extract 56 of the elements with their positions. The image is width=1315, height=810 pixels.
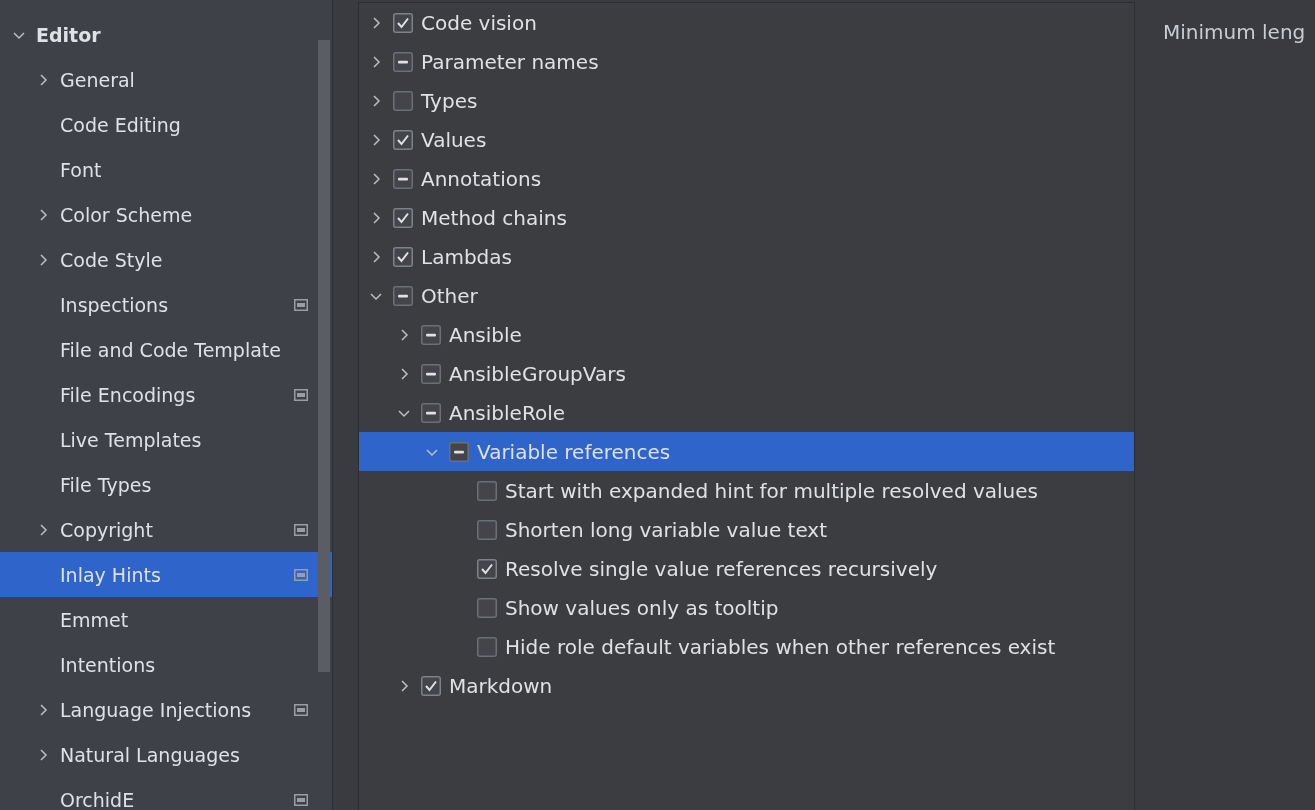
settings-item[interactable]: Editor [0,12,332,57]
tree-row[interactable]: Start with expanded hint for multiple resolved values [359,471,1134,510]
tree-row[interactable]: Variable references [359,432,1134,471]
tree-row[interactable]: Resolve single value references recursively [359,549,1134,588]
tree-row[interactable]: Markdown [359,666,1134,705]
settings-item[interactable]: File and Code Template [0,327,332,372]
tree-row[interactable]: Code vision [359,3,1134,42]
settings-item[interactable]: Natural Languages [0,732,332,777]
tree-row[interactable]: Lambdas [359,237,1134,276]
settings-item[interactable]: Copyright [0,507,332,552]
tree-row[interactable]: AnsibleRole [359,393,1134,432]
checkbox[interactable] [477,519,497,540]
checkbox[interactable] [421,402,441,423]
checkbox[interactable] [477,636,497,657]
settings-item[interactable]: Inspections [0,282,332,327]
checkbox[interactable] [393,207,413,228]
tree-row[interactable]: Parameter names [359,42,1134,81]
scrollbar[interactable] [318,40,330,672]
tree-row[interactable]: Shorten long variable value text [359,510,1134,549]
tree-row[interactable]: Annotations [359,159,1134,198]
checkbox[interactable] [393,51,413,72]
checkbox[interactable] [421,324,441,345]
settings-item[interactable]: Language Injections [0,687,332,732]
settings-item[interactable]: Intentions [0,642,332,687]
checkbox[interactable] [421,675,441,696]
checkbox[interactable] [477,480,497,501]
tree-row[interactable]: Method chains [359,198,1134,237]
settings-item[interactable]: Font [0,147,332,192]
settings-item[interactable]: Emmet [0,597,332,642]
settings-item[interactable]: Code Editing [0,102,332,147]
tree-row[interactable]: Values [359,120,1134,159]
checkbox[interactable] [393,90,413,111]
settings-item[interactable]: OrchidE [0,777,332,810]
tree-row[interactable]: Show values only as tooltip [359,588,1134,627]
settings-item[interactable]: File Encodings [0,372,332,417]
tree-row[interactable]: AnsibleGroupVars [359,354,1134,393]
tree-row[interactable]: Other [359,276,1134,315]
settings-item[interactable]: Color Scheme [0,192,332,237]
tree-row[interactable]: Ansible [359,315,1134,354]
checkbox[interactable] [393,12,413,33]
option-label: Minimum leng [1163,20,1306,44]
checkbox[interactable] [393,246,413,267]
settings-item[interactable]: Code Style [0,237,332,282]
checkbox[interactable] [421,363,441,384]
tree-row[interactable]: Hide role default variables when other references exist [359,627,1134,666]
checkbox[interactable] [393,129,413,150]
checkbox[interactable] [477,558,497,579]
settings-item[interactable]: Inlay Hints [0,552,332,597]
checkbox[interactable] [477,597,497,618]
settings-item[interactable]: General [0,57,332,102]
checkbox[interactable] [393,285,413,306]
checkbox[interactable] [449,441,469,462]
tree-row[interactable]: Types [359,81,1134,120]
checkbox[interactable] [393,168,413,189]
settings-item[interactable]: Live Templates [0,417,332,462]
settings-item[interactable]: File Types [0,462,332,507]
